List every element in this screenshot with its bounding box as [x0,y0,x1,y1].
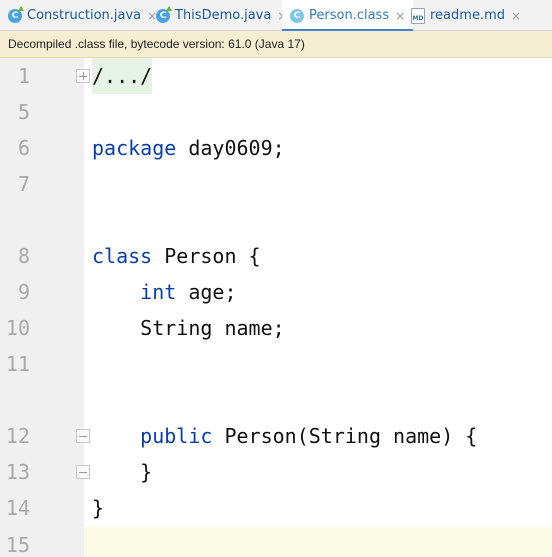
code-line: 14 } [0,490,552,526]
code-line: 11 [0,346,552,382]
banner-text: Decompiled .class file, bytecode version… [8,37,305,51]
line-number: 6 [17,136,30,160]
code-text: public Person(String name) { [92,418,477,454]
java-class-icon: C [8,5,24,23]
line-number: 1 [17,64,30,88]
code-line: 10 String name; [0,310,552,346]
markdown-file-icon: MD [411,7,425,24]
fold-collapse-icon[interactable] [76,429,90,443]
class-file-icon: C [290,8,304,23]
tab-label: Person.class [309,8,390,23]
folded-imports[interactable]: /.../ [92,58,153,94]
line-number: 7 [17,172,30,196]
line-number: 12 [5,424,30,448]
line-number: 13 [5,460,30,484]
code-token: age; [176,280,237,304]
code-text: } [92,496,105,520]
code-text: package day0609; [92,130,285,166]
code-line: 15 [0,527,552,557]
fold-expand-icon[interactable] [76,69,90,83]
editor-tab-bar: C Construction.java × C ThisDemo.java × … [0,0,552,32]
code-text: String name; [92,316,285,340]
tab-thisdemo-java[interactable]: C ThisDemo.java × [156,0,287,31]
line-number: 5 [17,100,30,124]
code-text: } [92,460,153,484]
line-number: 11 [5,352,30,376]
code-token: day0609; [176,136,285,160]
code-editor[interactable]: 1 /.../ 5 6 package day0609; 7 8 class P… [0,58,552,557]
keyword-token: package [92,136,177,160]
code-line: 6 package day0609; [0,130,552,166]
code-text: int age; [92,274,237,310]
tab-label: ThisDemo.java [175,8,272,23]
keyword-token: class [92,244,153,268]
line-number: 14 [5,496,30,520]
code-line: 5 [0,94,552,130]
line-number: 10 [5,316,30,340]
close-icon[interactable]: × [511,9,521,23]
tab-label: readme.md [430,8,505,23]
line-number: 9 [17,280,30,304]
close-icon[interactable]: × [395,9,405,23]
code-line: 9 int age; [0,274,552,310]
code-text: class Person { [92,238,261,274]
code-line: 8 class Person { [0,238,552,274]
code-line: 7 [0,166,552,202]
line-number: 15 [5,533,30,557]
keyword-token: public [140,424,213,448]
fold-end-icon[interactable] [76,465,90,479]
tab-person-class[interactable]: C Person.class × [282,0,414,32]
code-token: Person(String name) { [212,424,478,448]
tab-readme-md[interactable]: MD readme.md × [411,0,521,31]
code-token: Person { [152,244,261,268]
keyword-token: int [140,280,177,304]
tab-construction-java[interactable]: C Construction.java × [8,0,157,31]
decompiled-notice-banner: Decompiled .class file, bytecode version… [0,31,552,58]
tab-label: Construction.java [27,8,142,23]
line-number: 8 [17,244,30,268]
java-class-icon: C [156,5,172,23]
